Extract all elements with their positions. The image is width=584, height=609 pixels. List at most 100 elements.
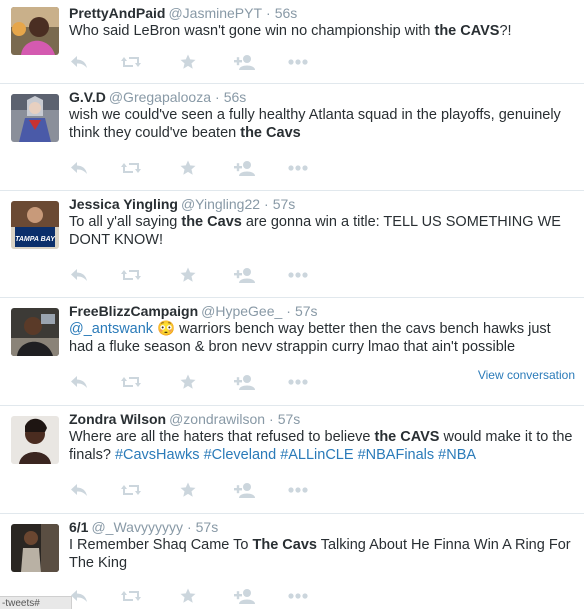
more-icon[interactable] (287, 586, 309, 606)
reply-icon[interactable] (69, 265, 89, 285)
timestamp[interactable]: 56s (224, 89, 247, 105)
tweet-text: wish we could've seen a fully healthy At… (69, 106, 577, 142)
reply-icon[interactable] (69, 158, 89, 178)
favorite-icon[interactable] (179, 52, 197, 72)
fullname[interactable]: Jessica Yingling (69, 196, 178, 212)
hashtag-or-mention-link[interactable]: #NBAFinals (358, 447, 435, 463)
tweet-header: G.V.D @Gregapalooza · 56s (69, 88, 246, 106)
tweet-text: To all y'all saying the Cavs are gonna w… (69, 213, 577, 249)
hashtag-or-mention-link[interactable]: @_antswank (69, 321, 153, 337)
tweet-text-segment: To all y'all saying (69, 214, 182, 230)
more-icon[interactable] (287, 52, 309, 72)
tweet[interactable]: FreeBlizzCampaign @HypeGee_ · 57s @_antswan… (0, 298, 584, 406)
separator: · (186, 519, 192, 535)
follow-icon[interactable] (233, 372, 257, 392)
follow-icon[interactable] (233, 52, 257, 72)
separator: · (266, 5, 271, 21)
tweet-text-segment: ?! (499, 23, 512, 39)
follow-icon[interactable] (233, 265, 257, 285)
tweet[interactable]: Zondra Wilson @zondrawilson · 57s Where are… (0, 406, 584, 514)
avatar[interactable] (11, 7, 59, 55)
fullname[interactable]: 6/1 (69, 519, 88, 535)
tweet[interactable]: 6/1 @_Wavyyyyyy · 57s I Remember Shaq Came … (0, 514, 584, 609)
tweet[interactable]: PrettyAndPaid @JasminePYT · 56s Who said Le… (0, 0, 584, 84)
fullname[interactable]: Zondra Wilson (69, 411, 166, 427)
reply-icon[interactable] (69, 372, 89, 392)
avatar-image (11, 524, 59, 572)
avatar-logo-text: TAMPA BAY (15, 236, 56, 243)
favorite-icon[interactable] (179, 372, 197, 392)
timestamp[interactable]: 56s (275, 5, 298, 21)
avatar-image: TAMPA BAY (11, 201, 59, 249)
view-conversation-link[interactable]: View conversation (478, 368, 575, 382)
retweet-icon[interactable] (119, 158, 143, 178)
retweet-icon[interactable] (119, 265, 143, 285)
separator: · (269, 411, 274, 427)
highlighted-keyword: the CAVS (374, 429, 440, 445)
tweet-header: FreeBlizzCampaign @HypeGee_ · 57s (69, 302, 318, 320)
more-icon[interactable] (287, 372, 309, 392)
reply-icon[interactable] (69, 52, 89, 72)
reply-icon[interactable] (69, 480, 89, 500)
hashtag-or-mention-link[interactable]: #CavsHawks (115, 447, 200, 463)
tweet-header: PrettyAndPaid @JasminePYT · 56s (69, 4, 297, 22)
avatar-image (11, 416, 59, 464)
tweet[interactable]: TAMPA BAY Jessica Yingling @Yingling22 · 57… (0, 191, 584, 298)
hashtag-or-mention-link[interactable]: #Cleveland (204, 447, 277, 463)
tweet-text: Who said LeBron wasn't gone win no champ… (69, 22, 577, 40)
username[interactable]: @Yingling22 (181, 196, 260, 212)
avatar[interactable] (11, 94, 59, 142)
more-icon[interactable] (287, 158, 309, 178)
more-icon[interactable] (287, 480, 309, 500)
retweet-icon[interactable] (119, 372, 143, 392)
username[interactable]: @JasminePYT (168, 5, 262, 21)
username[interactable]: @zondrawilson (169, 411, 265, 427)
hashtag-or-mention-link[interactable]: #ALLinCLE (280, 447, 353, 463)
tweet-text: Where are all the haters that refused to… (69, 428, 577, 464)
follow-icon[interactable] (233, 480, 257, 500)
retweet-icon[interactable] (119, 586, 143, 606)
highlighted-keyword: the Cavs (181, 214, 242, 230)
avatar-image (11, 7, 59, 55)
fullname[interactable]: PrettyAndPaid (69, 5, 165, 21)
tweet-header: Jessica Yingling @Yingling22 · 57s (69, 195, 295, 213)
status-link-tooltip: -tweets# (0, 596, 72, 609)
highlighted-keyword: the Cavs (240, 125, 301, 141)
follow-icon[interactable] (233, 158, 257, 178)
avatar[interactable]: TAMPA BAY (11, 201, 59, 249)
fullname[interactable]: G.V.D (69, 89, 106, 105)
timestamp[interactable]: 57s (278, 411, 301, 427)
timestamp[interactable]: 57s (295, 303, 318, 319)
reply-icon[interactable] (69, 586, 89, 606)
avatar[interactable] (11, 308, 59, 356)
hashtag-or-mention-link[interactable]: #NBA (438, 447, 476, 463)
favorite-icon[interactable] (179, 158, 197, 178)
separator: · (286, 303, 291, 319)
tweet-text-segment: wish we could've seen a fully healthy At… (69, 107, 561, 141)
highlighted-keyword: The Cavs (252, 537, 317, 553)
timestamp[interactable]: 57s (196, 519, 219, 535)
tweet-text-segment: I Remember Shaq Came To (69, 537, 253, 553)
separator: · (264, 196, 269, 212)
username[interactable]: @_Wavyyyyyy (91, 519, 182, 535)
timestamp[interactable]: 57s (273, 196, 296, 212)
retweet-icon[interactable] (119, 52, 143, 72)
favorite-icon[interactable] (179, 265, 197, 285)
tweet-text: @_antswank 😳 warriors bench way better t… (69, 320, 577, 356)
tweet[interactable]: G.V.D @Gregapalooza · 56s wish we could've … (0, 84, 584, 191)
avatar[interactable] (11, 416, 59, 464)
tweet-header: 6/1 @_Wavyyyyyy · 57s (69, 518, 218, 536)
username[interactable]: @Gregapalooza (109, 89, 211, 105)
favorite-icon[interactable] (179, 480, 197, 500)
avatar[interactable] (11, 524, 59, 572)
fullname[interactable]: FreeBlizzCampaign (69, 303, 198, 319)
retweet-icon[interactable] (119, 480, 143, 500)
username[interactable]: @HypeGee_ (201, 303, 282, 319)
separator: · (215, 89, 220, 105)
tweet-header: Zondra Wilson @zondrawilson · 57s (69, 410, 300, 428)
favorite-icon[interactable] (179, 586, 197, 606)
avatar-image (11, 94, 59, 142)
more-icon[interactable] (287, 265, 309, 285)
follow-icon[interactable] (233, 586, 257, 606)
tweet-text-segment: Who said LeBron wasn't gone win no champ… (69, 23, 435, 39)
